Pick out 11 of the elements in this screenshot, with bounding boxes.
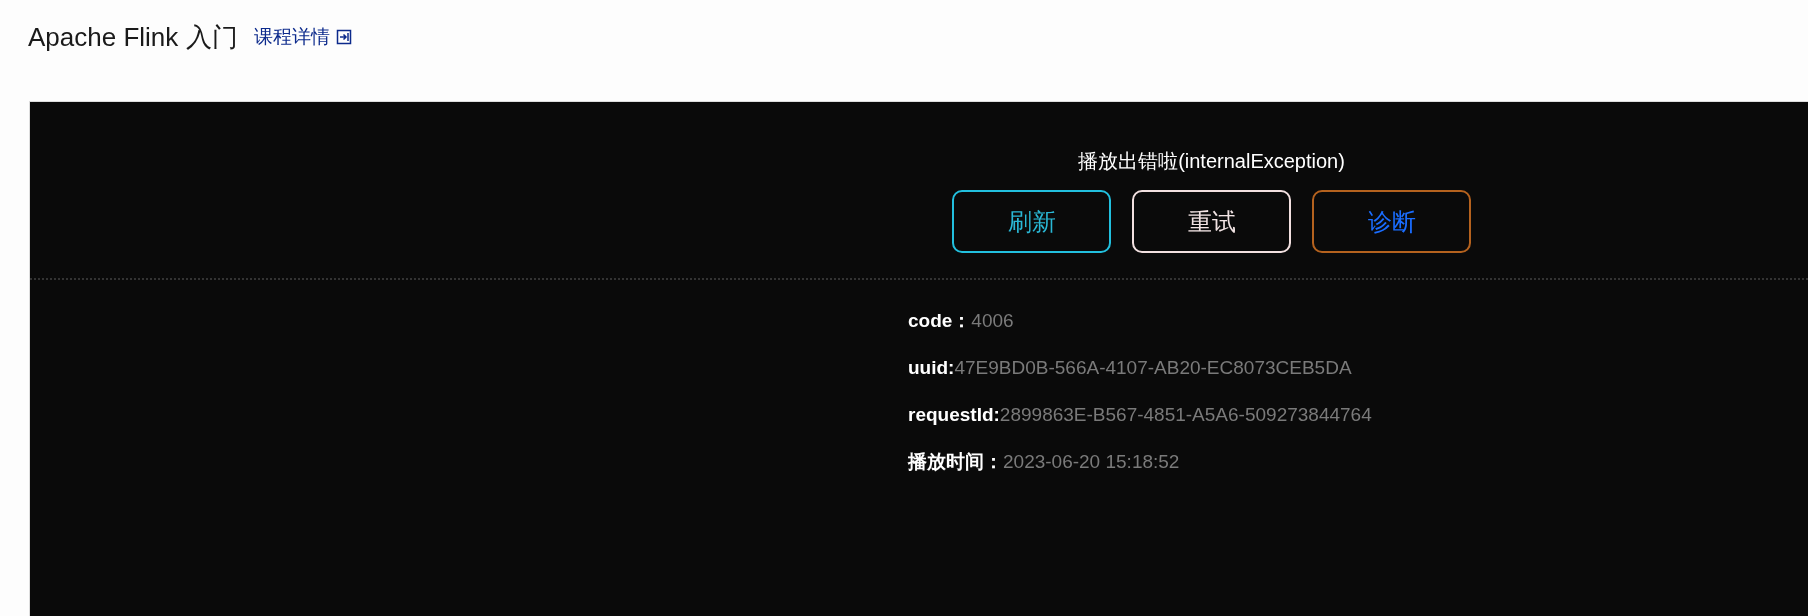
page-title: Apache Flink 入门	[28, 21, 238, 54]
action-button[interactable]: 刷新	[952, 190, 1111, 253]
action-button[interactable]: 诊断	[1312, 190, 1471, 253]
course-details-link[interactable]: 课程详情	[253, 18, 352, 56]
detail-line: uuid:47E9BD0B-566A-4107-AB20-EC8073CEB5DA	[908, 356, 1353, 380]
external-link-icon	[335, 29, 352, 45]
detail-line: requestId:2899863E-B567-4851-A5A6-509273844764	[908, 403, 1373, 427]
detail-line: 播放时间：2023-06-20 15:18:52	[908, 450, 1181, 474]
action-button[interactable]: 重试	[1132, 190, 1291, 253]
detail-line: code：4006	[908, 309, 1015, 333]
error-message: 播放出错啦(internalException)	[1077, 149, 1346, 174]
